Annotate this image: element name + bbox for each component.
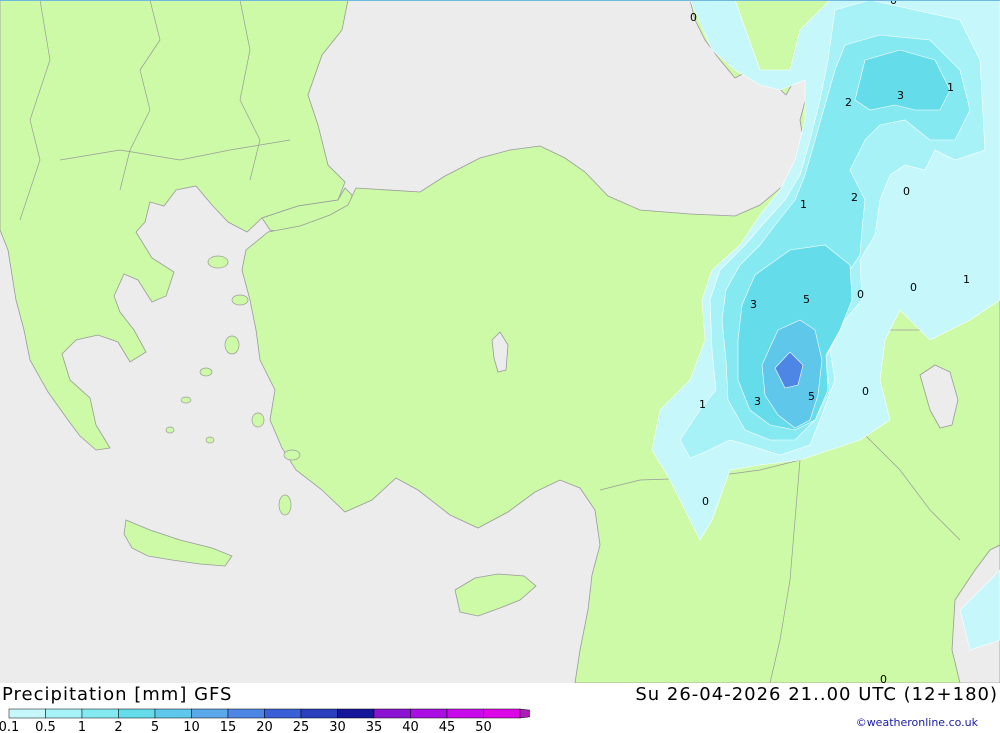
contour-label: 1 [699,398,706,411]
contour-label: 0 [910,281,917,294]
contour-label: 2 [851,191,858,204]
legend-tick-label: 50 [475,720,492,733]
legend-arrow [519,708,530,719]
legend-swatch [45,708,83,719]
contour-label: 3 [897,89,904,102]
legend-swatch [446,708,484,719]
legend-swatch [264,708,302,719]
legend-tick-label: 30 [329,720,346,733]
legend-tick-label: 45 [439,720,456,733]
legend-swatch [154,708,192,719]
contour-label: 2 [845,96,852,109]
legend-swatch [373,708,411,719]
legend-tick-label: 10 [183,720,200,733]
precipitation-color-scale: 0.1 0.5 1 2 5 10 15 20 25 30 35 40 45 50 [0,708,530,733]
legend-tick-label: 1 [78,720,86,733]
legend-tick-label: 25 [293,720,310,733]
precipitation-map: 0 0 3 2 1 1 2 0 3 5 0 0 1 1 3 5 0 0 0 [0,0,1000,683]
legend-swatch [337,708,375,719]
legend-swatch [227,708,265,719]
legend-swatch [410,708,448,719]
legend-swatch [191,708,229,719]
legend-tick-label: 20 [256,720,273,733]
legend-tick-label: 0.5 [35,720,56,733]
legend-swatch [8,708,46,719]
contour-label: 0 [880,673,887,683]
legend-swatch [118,708,156,719]
legend-tick-label: 5 [151,720,159,733]
legend-bar: Precipitation [mm] GFS Su 26-04-2026 21.… [0,683,1000,733]
legend-tick-label: 0.1 [0,720,19,733]
legend-swatch [483,708,521,719]
contour-label: 5 [808,390,815,403]
contour-label: 0 [890,0,897,7]
contour-label: 0 [702,495,709,508]
forecast-datetime: Su 26-04-2026 21..00 UTC (12+180) [635,684,998,705]
legend-tick-label: 40 [402,720,419,733]
contour-label: 1 [947,81,954,94]
contour-label: 5 [803,293,810,306]
contour-label: 0 [857,288,864,301]
contour-label: 0 [690,11,697,24]
contour-label: 1 [800,198,807,211]
contour-label: 1 [963,273,970,286]
contour-label: 0 [903,185,910,198]
credit-link[interactable]: ©weatheronline.co.uk [856,716,978,729]
map-title: Precipitation [mm] GFS [2,684,233,705]
contour-label: 3 [750,298,757,311]
legend-swatch [81,708,119,719]
legend-tick-label: 35 [366,720,383,733]
legend-tick-label: 2 [114,720,122,733]
contour-label: 0 [862,385,869,398]
contour-label: 3 [754,395,761,408]
legend-tick-label: 15 [220,720,237,733]
legend-swatch [300,708,338,719]
